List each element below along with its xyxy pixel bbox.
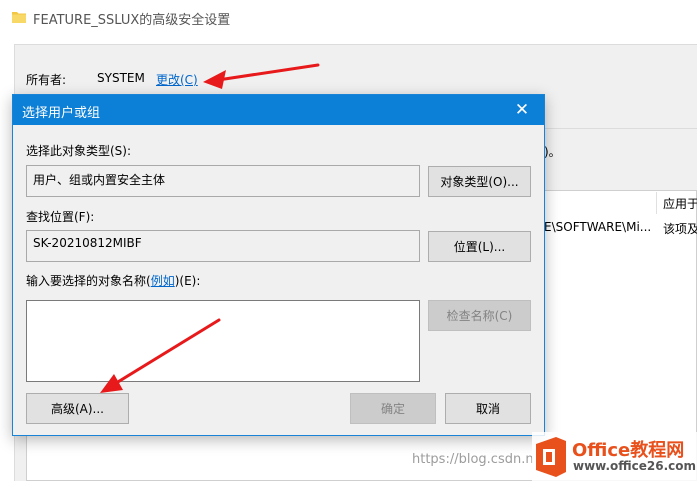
close-button[interactable]: ✕ [500, 95, 544, 125]
object-types-button[interactable]: 对象类型(O)... [428, 166, 531, 197]
owner-label: 所有者: [26, 73, 67, 87]
background-text-fragment: )。 [544, 145, 561, 159]
divider [544, 128, 697, 129]
locations-button[interactable]: 位置(L)... [428, 231, 531, 262]
background-titlebar: FEATURE_SSLUX的高级安全设置 [0, 0, 697, 36]
advanced-button[interactable]: 高级(A)... [26, 393, 129, 424]
location-field: SK-20210812MIBF [26, 230, 420, 262]
location-label: 查找位置(F): [26, 210, 95, 224]
owner-value: SYSTEM [97, 71, 145, 85]
table-cell-apply-to: 该项及 [663, 222, 697, 236]
object-names-label: 输入要选择的对象名称(例如)(E): [26, 272, 200, 289]
location-value: SK-20210812MIBF [33, 236, 142, 250]
watermark-url: https://blog.csdn.n [412, 452, 534, 467]
logo-url: www.office26.com [573, 459, 697, 473]
select-users-or-groups-dialog: 选择用户或组 ✕ 选择此对象类型(S): 用户、组或内置安全主体 对象类型(O)… [12, 94, 545, 436]
object-names-label-prefix: 输入要选择的对象名称( [26, 274, 151, 288]
ok-button[interactable]: 确定 [350, 393, 436, 424]
dialog-titlebar: 选择用户或组 ✕ [13, 95, 544, 125]
object-names-label-suffix: )(E): [174, 274, 201, 288]
check-names-button[interactable]: 检查名称(C) [428, 300, 531, 331]
background-window-title: FEATURE_SSLUX的高级安全设置 [33, 13, 231, 28]
object-types-label: 选择此对象类型(S): [26, 144, 132, 158]
close-icon: ✕ [514, 100, 530, 120]
examples-link[interactable]: 例如 [151, 274, 175, 288]
folder-icon [12, 12, 26, 23]
object-names-input[interactable] [26, 300, 420, 382]
dialog-title: 选择用户或组 [22, 106, 101, 121]
column-header-apply-to[interactable]: 应用于 [663, 195, 697, 212]
object-types-value: 用户、组或内置安全主体 [33, 173, 166, 187]
change-owner-link[interactable]: 更改(C) [156, 71, 198, 88]
cancel-button[interactable]: 取消 [445, 393, 531, 424]
table-row[interactable]: E\SOFTWARE\Mi... [544, 220, 651, 234]
object-types-field: 用户、组或内置安全主体 [26, 165, 420, 197]
column-divider [656, 192, 657, 214]
